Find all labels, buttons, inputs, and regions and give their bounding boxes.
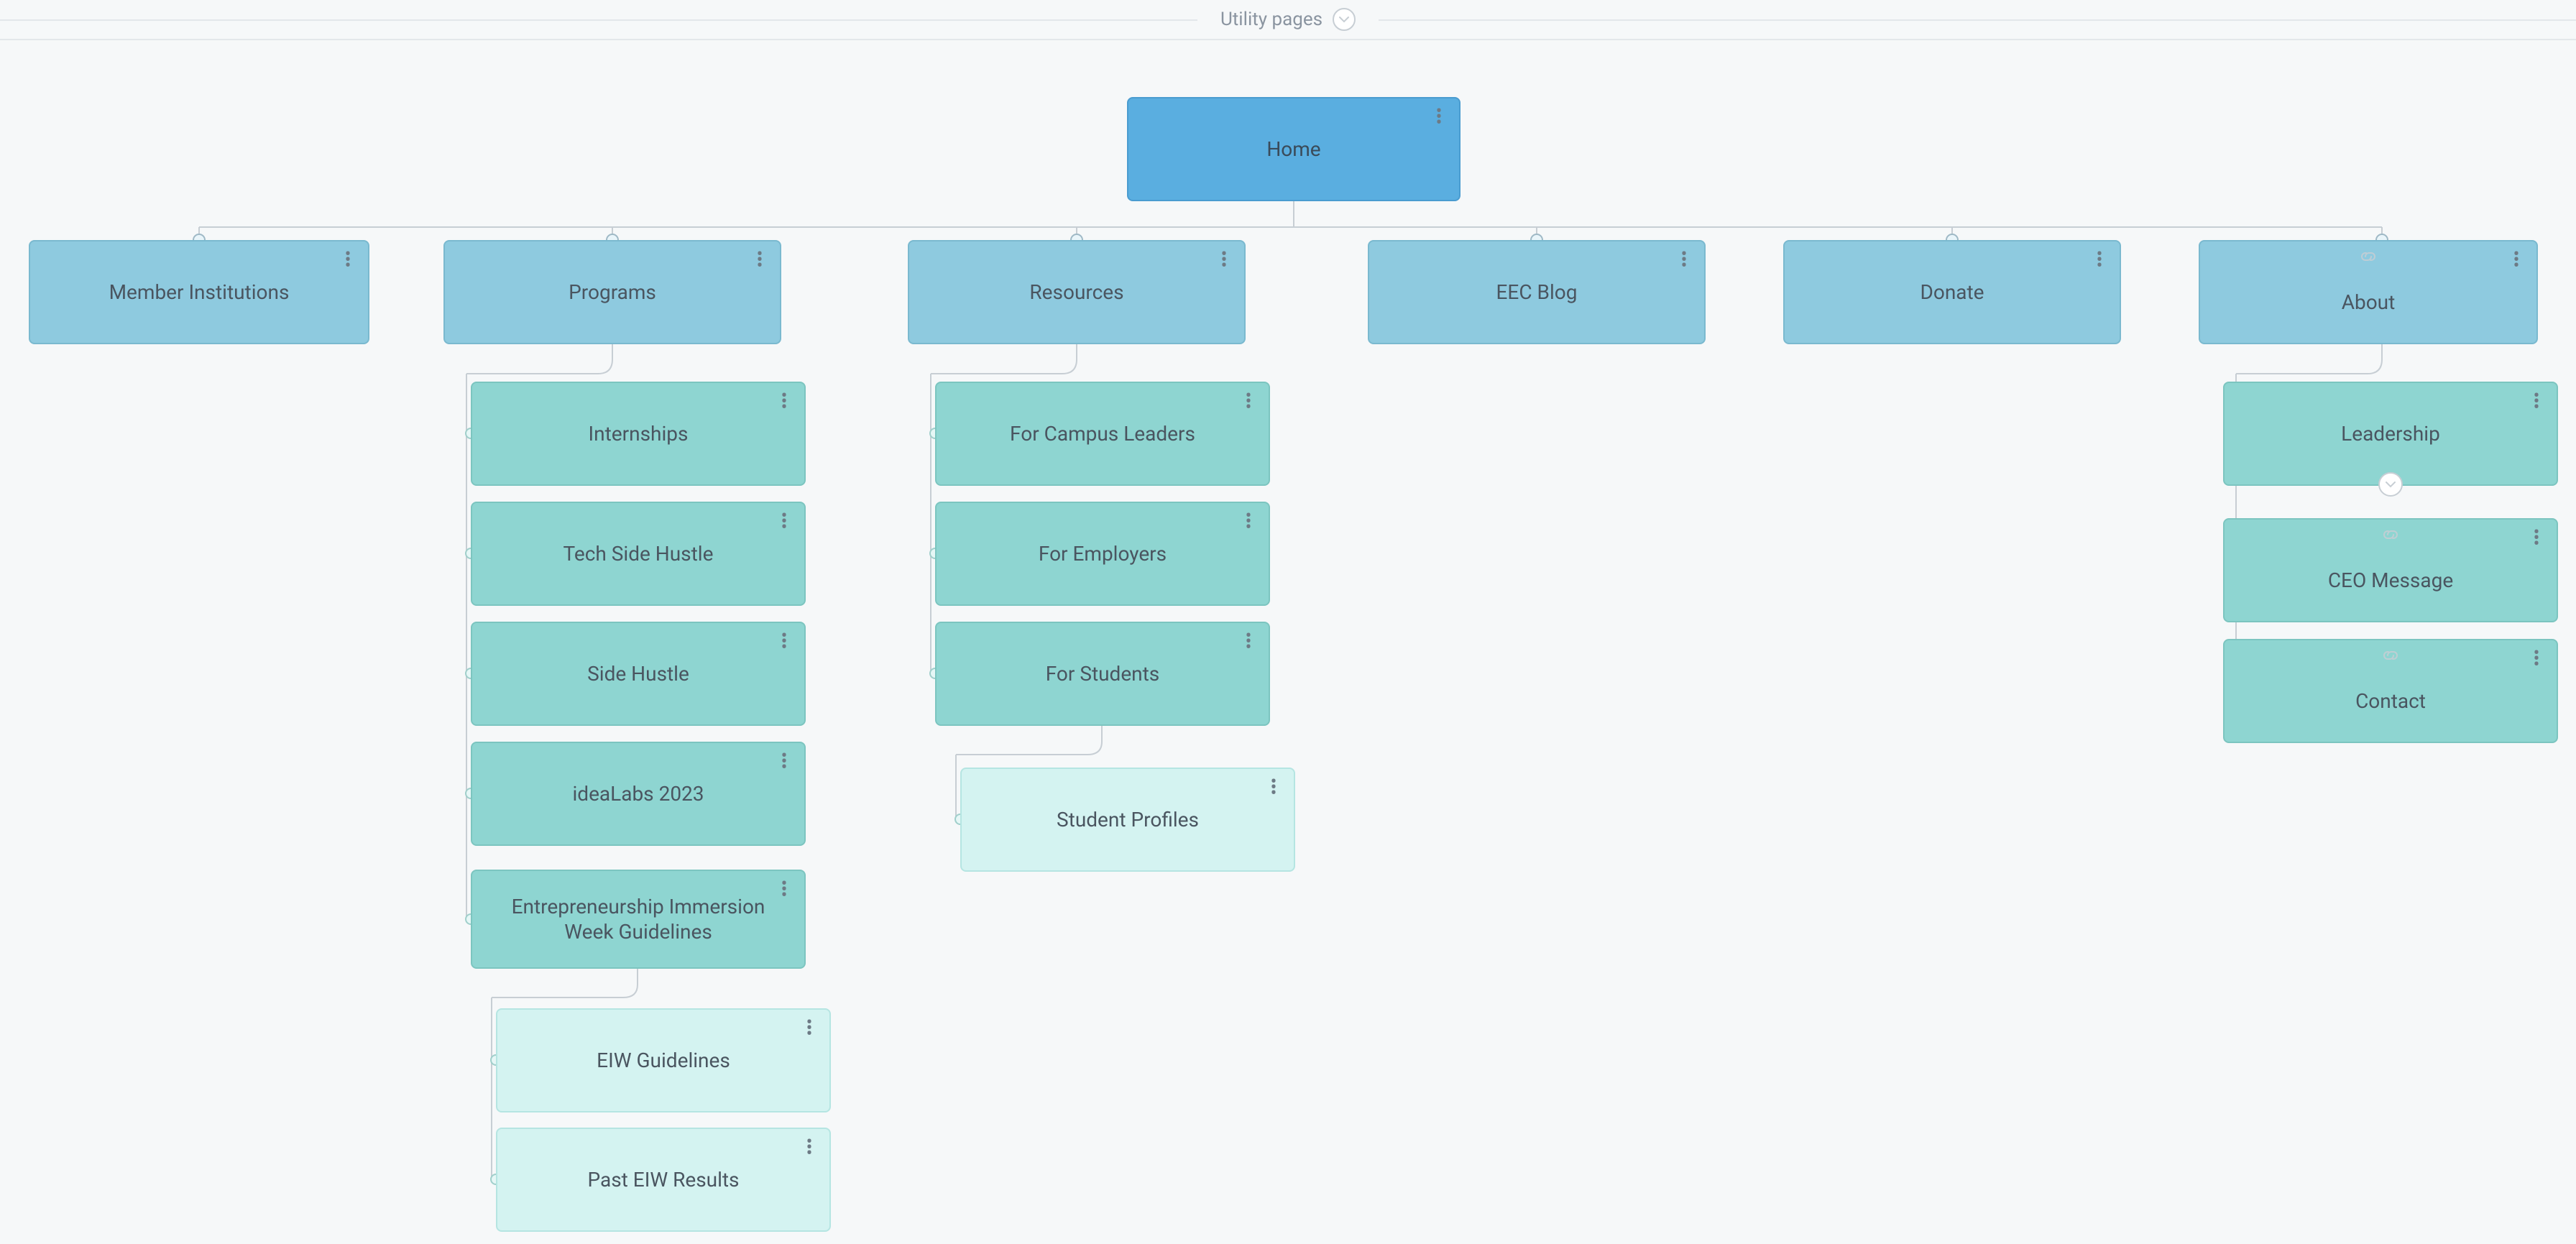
expand-toggle-icon[interactable] bbox=[2378, 472, 2403, 497]
node-label: EIW Guidelines bbox=[597, 1048, 730, 1073]
node-label: For Employers bbox=[1039, 541, 1167, 566]
more-icon[interactable]: ••• bbox=[341, 252, 355, 273]
node-label: Home bbox=[1266, 137, 1320, 162]
utility-pages-toggle[interactable]: Utility pages bbox=[1197, 8, 1379, 31]
link-icon bbox=[2381, 648, 2400, 668]
node-label: Student Profiles bbox=[1057, 807, 1199, 832]
more-icon[interactable]: ••• bbox=[2092, 252, 2107, 273]
node-past-eiw-results[interactable]: Past EIW Results ••• bbox=[496, 1128, 831, 1232]
more-icon[interactable]: ••• bbox=[777, 393, 791, 415]
more-icon[interactable]: ••• bbox=[777, 513, 791, 535]
more-icon[interactable]: ••• bbox=[1677, 252, 1691, 273]
node-donate[interactable]: Donate ••• bbox=[1783, 240, 2121, 344]
sitemap-canvas: Utility pages bbox=[0, 0, 2576, 1244]
node-internships[interactable]: Internships ••• bbox=[471, 382, 806, 486]
node-label: Internships bbox=[589, 421, 689, 446]
node-label: Entrepreneurship Immersion Week Guidelin… bbox=[510, 894, 767, 944]
more-icon[interactable]: ••• bbox=[802, 1139, 816, 1161]
node-label: CEO Message bbox=[2328, 568, 2453, 593]
node-label: Programs bbox=[569, 280, 656, 305]
more-icon[interactable]: ••• bbox=[1266, 779, 1281, 801]
node-about[interactable]: About ••• bbox=[2199, 240, 2538, 344]
node-label: Past EIW Results bbox=[587, 1167, 739, 1192]
node-label: Leadership bbox=[2341, 421, 2440, 446]
node-tech-side-hustle[interactable]: Tech Side Hustle ••• bbox=[471, 502, 806, 606]
node-eiw-guidelines[interactable]: EIW Guidelines ••• bbox=[496, 1008, 831, 1112]
more-icon[interactable]: ••• bbox=[2529, 393, 2544, 415]
more-icon[interactable]: ••• bbox=[1241, 513, 1256, 535]
more-icon[interactable]: ••• bbox=[2529, 530, 2544, 551]
more-icon[interactable]: ••• bbox=[1241, 393, 1256, 415]
node-label: Side Hustle bbox=[587, 661, 689, 686]
node-resources[interactable]: Resources ••• bbox=[908, 240, 1246, 344]
more-icon[interactable]: ••• bbox=[777, 633, 791, 655]
more-icon[interactable]: ••• bbox=[1217, 252, 1231, 273]
utility-pages-label: Utility pages bbox=[1220, 9, 1322, 30]
node-label: Contact bbox=[2355, 688, 2426, 714]
more-icon[interactable]: ••• bbox=[753, 252, 767, 273]
node-label: Member Institutions bbox=[109, 280, 290, 305]
more-icon[interactable]: ••• bbox=[1432, 109, 1446, 130]
node-home[interactable]: Home ••• bbox=[1127, 97, 1460, 201]
node-label: For Students bbox=[1046, 661, 1160, 686]
more-icon[interactable]: ••• bbox=[777, 881, 791, 903]
node-label: ideaLabs 2023 bbox=[572, 781, 704, 806]
utility-pages-bar: Utility pages bbox=[0, 0, 2576, 40]
link-icon bbox=[2359, 249, 2378, 269]
more-icon[interactable]: ••• bbox=[2509, 252, 2524, 273]
node-label: Resources bbox=[1029, 280, 1123, 305]
node-label: EEC Blog bbox=[1496, 280, 1578, 305]
node-contact[interactable]: Contact ••• bbox=[2223, 639, 2558, 743]
chevron-down-icon[interactable] bbox=[1333, 8, 1356, 31]
node-for-campus-leaders[interactable]: For Campus Leaders ••• bbox=[935, 382, 1270, 486]
more-icon[interactable]: ••• bbox=[2529, 650, 2544, 672]
node-label: About bbox=[2342, 290, 2396, 315]
link-icon bbox=[2381, 527, 2400, 547]
node-eec-blog[interactable]: EEC Blog ••• bbox=[1368, 240, 1706, 344]
node-idealabs-2023[interactable]: ideaLabs 2023 ••• bbox=[471, 742, 806, 846]
node-label: For Campus Leaders bbox=[1010, 421, 1195, 446]
node-eiw-guidelines-parent[interactable]: Entrepreneurship Immersion Week Guidelin… bbox=[471, 870, 806, 969]
node-label: Tech Side Hustle bbox=[564, 541, 714, 566]
node-member-institutions[interactable]: Member Institutions ••• bbox=[29, 240, 369, 344]
node-student-profiles[interactable]: Student Profiles ••• bbox=[960, 768, 1295, 872]
more-icon[interactable]: ••• bbox=[802, 1020, 816, 1041]
node-leadership[interactable]: Leadership ••• bbox=[2223, 382, 2558, 486]
node-for-employers[interactable]: For Employers ••• bbox=[935, 502, 1270, 606]
more-icon[interactable]: ••• bbox=[777, 753, 791, 775]
node-label: Donate bbox=[1920, 280, 1984, 305]
node-ceo-message[interactable]: CEO Message ••• bbox=[2223, 518, 2558, 622]
node-side-hustle[interactable]: Side Hustle ••• bbox=[471, 622, 806, 726]
node-programs[interactable]: Programs ••• bbox=[443, 240, 781, 344]
more-icon[interactable]: ••• bbox=[1241, 633, 1256, 655]
node-for-students[interactable]: For Students ••• bbox=[935, 622, 1270, 726]
